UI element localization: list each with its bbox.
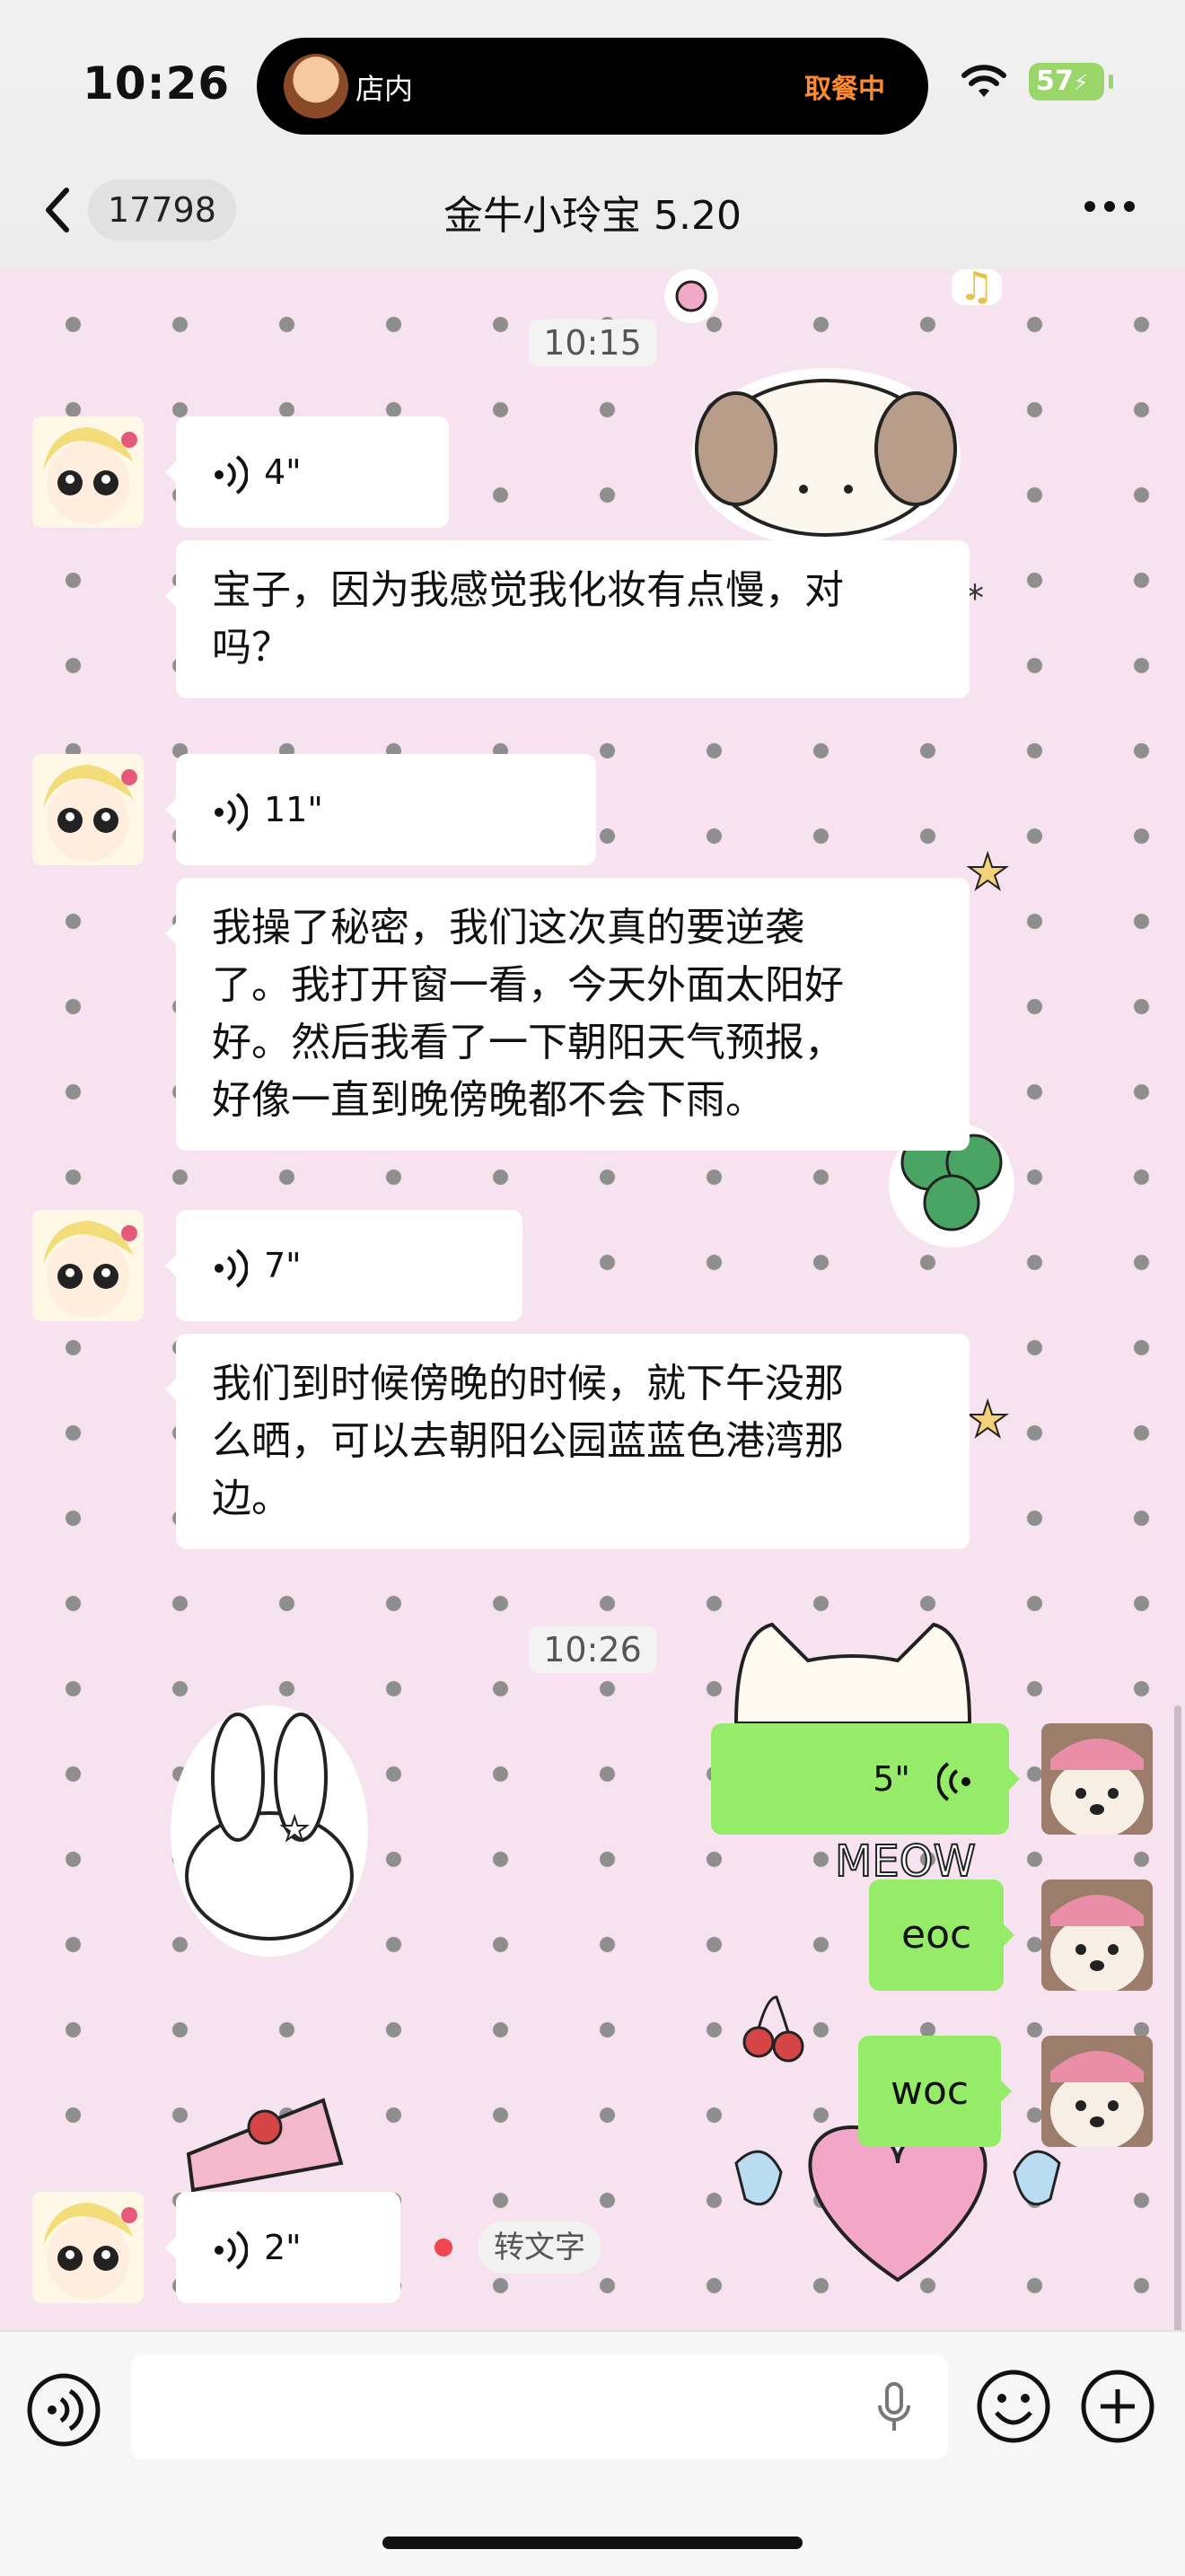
text-message[interactable]: 我操了秘密，我们这次真的要逆袭 了。我打开窗一看，今天外面太阳好 好。然后我看了… xyxy=(165,878,970,1151)
home-indicator[interactable] xyxy=(382,2537,803,2549)
voice-icon xyxy=(937,1761,970,1801)
battery-nub xyxy=(1109,74,1113,89)
voice-duration: 5" xyxy=(873,1759,910,1799)
voice-icon xyxy=(215,792,248,832)
unplayed-dot xyxy=(434,2239,452,2256)
message-line: 边。 xyxy=(212,1476,291,1521)
text-message[interactable]: 我们到时候傍晚的时候，就下午没那 么晒，可以去朝阳公园蓝蓝色港湾那 边。 xyxy=(165,1334,970,1549)
text-message[interactable]: 宝子，因为我感觉我化妆有点慢，对 吗？ xyxy=(165,540,970,698)
my-text-message[interactable]: eoc xyxy=(869,1879,1015,1991)
cat-sticker xyxy=(733,1622,972,1725)
message-line: 好像一直到晚傍晚都不会下雨。 xyxy=(212,1077,765,1123)
mic-icon[interactable] xyxy=(876,2382,912,2434)
voice-duration: 11" xyxy=(264,790,323,829)
header: 10:26 店内 取餐中 57⚡ 17798 金牛小玲宝 5.20 xyxy=(0,0,1185,271)
my-avatar[interactable] xyxy=(1041,1879,1153,1991)
input-bar xyxy=(0,2330,1185,2576)
voice-message[interactable]: 2" xyxy=(165,2192,400,2303)
message-text: woc xyxy=(891,2068,970,2114)
shop-avatar xyxy=(284,54,348,118)
transcribe-button[interactable]: 转文字 xyxy=(478,2221,601,2274)
voice-duration: 4" xyxy=(264,452,302,492)
charging-icon: ⚡ xyxy=(1073,70,1089,95)
pickup-status: 取餐中 xyxy=(804,74,885,105)
voice-icon xyxy=(215,2230,248,2270)
live-activity[interactable]: 店内 取餐中 xyxy=(257,38,928,135)
message-line: 好。然后我看了一下朝阳天气预报， xyxy=(212,1020,844,1065)
svg-text:♫: ♫ xyxy=(959,269,994,310)
contact-avatar[interactable] xyxy=(32,1210,144,1321)
my-avatar[interactable] xyxy=(1041,1723,1153,1835)
message-line: 了。我打开窗一看，今天外面太阳好 xyxy=(212,962,844,1008)
chat-title: 金牛小玲宝 5.20 xyxy=(443,193,742,239)
contact-avatar[interactable] xyxy=(32,416,144,528)
flower-sticker xyxy=(664,269,718,323)
emoji-icon[interactable] xyxy=(975,2368,1052,2445)
shop-label: 店内 xyxy=(356,72,414,106)
message-input[interactable] xyxy=(131,2355,948,2459)
plus-icon[interactable] xyxy=(1079,2368,1156,2445)
more-icon[interactable] xyxy=(1083,199,1137,214)
voice-icon xyxy=(215,454,248,495)
message-line: 宝子，因为我感觉我化妆有点慢，对 xyxy=(212,567,844,613)
cherry-sticker xyxy=(742,1995,804,2063)
contact-avatar[interactable] xyxy=(32,2192,144,2303)
voice-message[interactable]: 7" xyxy=(165,1210,522,1321)
svg-text:★: ★ xyxy=(966,844,1009,900)
voice-message[interactable]: 4" xyxy=(165,416,449,528)
my-text-message[interactable]: woc xyxy=(858,2036,1013,2147)
message-text: eoc xyxy=(901,1912,972,1958)
my-voice-message[interactable]: 5" xyxy=(711,1723,1020,1835)
timestamp: 10:26 xyxy=(529,1626,656,1673)
voice-toggle-icon[interactable] xyxy=(25,2371,102,2449)
puppy-sticker xyxy=(691,368,961,548)
status-time: 10:26 xyxy=(83,57,231,110)
star-sticker: ★ ★ xyxy=(965,843,1010,1449)
contact-avatar[interactable] xyxy=(32,754,144,865)
chat-area[interactable]: ♫ * ★ ★ ★ MEOW 10:15 4" 宝子，因为我感觉我化妆有点慢，对… xyxy=(0,269,1185,2330)
music-note-sticker: ♫ xyxy=(952,269,1002,310)
bunny-sticker: ★ xyxy=(171,1705,368,1957)
timestamp: 10:15 xyxy=(529,320,656,366)
svg-text:★: ★ xyxy=(966,1391,1009,1448)
voice-duration: 2" xyxy=(264,2228,302,2267)
message-line: 我操了秘密，我们这次真的要逆袭 xyxy=(212,905,804,951)
scrollbar[interactable] xyxy=(1174,1705,1181,2330)
message-line: 我们到时候傍晚的时候，就下午没那 xyxy=(212,1361,844,1406)
voice-duration: 7" xyxy=(264,1246,302,1285)
my-avatar[interactable] xyxy=(1041,2036,1153,2147)
battery-indicator: 57⚡ xyxy=(1029,63,1113,101)
heart-sticker xyxy=(734,2125,1061,2282)
message-line: 吗？ xyxy=(212,625,291,670)
svg-text:★: ★ xyxy=(280,1811,309,1848)
voice-message[interactable]: 11" xyxy=(165,754,596,865)
message-line: 么晒，可以去朝阳公园蓝蓝色港湾那 xyxy=(212,1418,844,1464)
battery-level: 57 xyxy=(1036,66,1074,97)
wifi-icon xyxy=(961,65,1006,97)
voice-icon xyxy=(215,1248,248,1288)
cake-sticker xyxy=(186,2098,344,2193)
